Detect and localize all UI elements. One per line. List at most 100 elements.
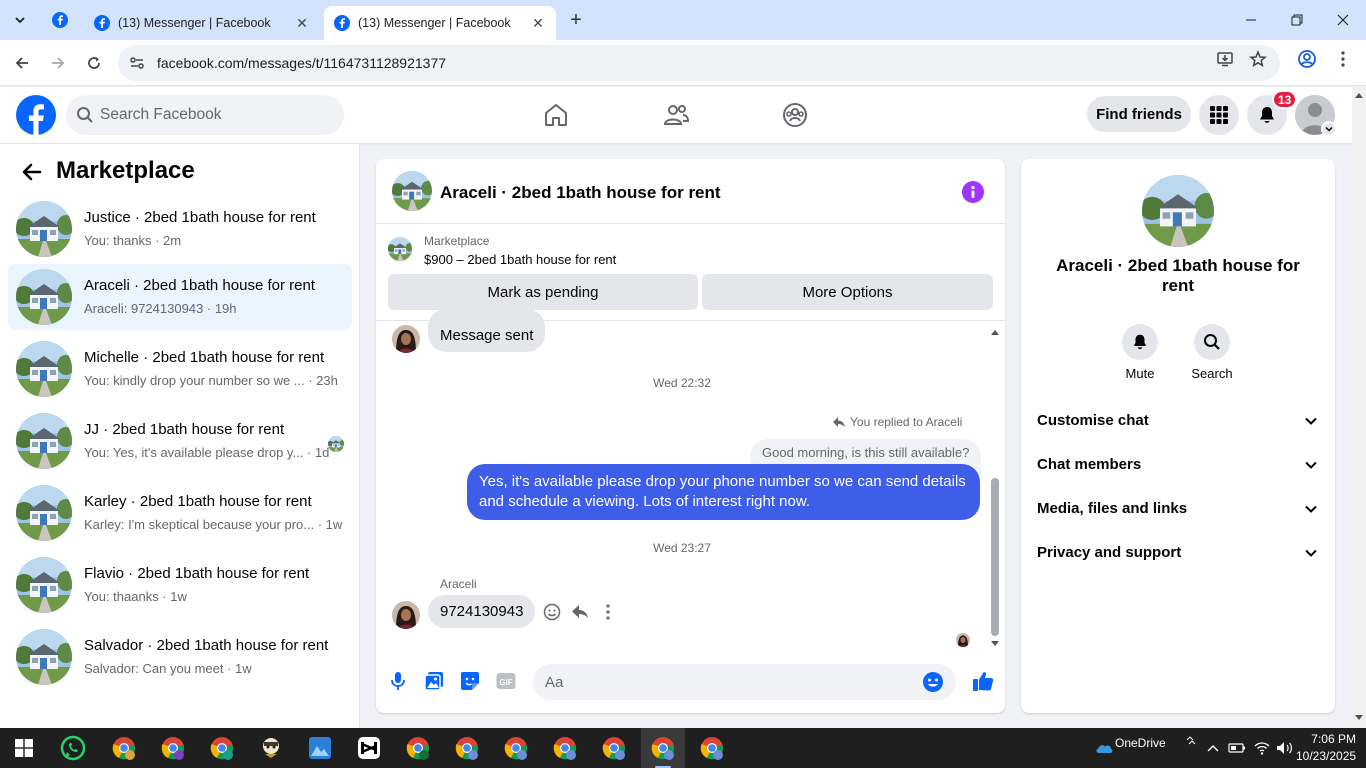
chrome-taskbar-app[interactable] [396,728,440,768]
chrome-taskbar-app[interactable] [543,728,587,768]
chrome-taskbar-app[interactable] [690,728,734,768]
outgoing-message[interactable]: Yes, it's available please drop your pho… [467,464,980,520]
capcut-taskbar-app[interactable] [347,728,391,768]
message-input-box[interactable] [533,664,956,700]
gif-button[interactable]: GIF [494,669,518,693]
browser-menu-button[interactable] [1333,49,1353,69]
search-circle[interactable] [1194,324,1230,360]
page-scrollbar[interactable] [1352,87,1366,728]
chrome-taskbar-app[interactable] [592,728,636,768]
contact-avatar[interactable] [392,601,420,629]
close-icon [1337,14,1349,26]
conversation-name: Karley · 2bed 1bath house for rent [84,493,312,510]
more-options-button[interactable]: More Options [702,274,993,310]
more-message-actions-button[interactable] [597,601,619,623]
conversation-item[interactable]: Karley · 2bed 1bath house for rent Karle… [8,480,352,546]
listing-title[interactable]: $900 – 2bed 1bath house for rent [424,252,616,267]
onedrive-label[interactable]: OneDrive [1115,736,1166,750]
volume-icon[interactable] [1276,740,1294,756]
close-tab-icon[interactable]: ✕ [530,15,546,31]
messages-scrollbar-thumb[interactable] [991,478,999,636]
install-app-button[interactable] [1215,49,1235,69]
account-menu-chevron[interactable] [1321,121,1337,137]
conversation-item[interactable]: Flavio · 2bed 1bath house for rent You: … [8,552,352,618]
close-window-button[interactable] [1328,6,1358,34]
onedrive-cloud-icon[interactable] [1095,742,1113,754]
start-button[interactable] [2,728,46,768]
incoming-message[interactable]: 9724130943 [428,595,536,628]
facebook-search[interactable] [66,95,344,135]
info-icon[interactable] [962,181,984,203]
chat-thumbnail[interactable] [392,171,432,211]
search-in-conversation-button[interactable]: Search [1182,324,1242,381]
search-input[interactable] [100,95,330,135]
sticker-button[interactable] [458,669,482,693]
app-taskbar-icon[interactable] [249,728,293,768]
mute-button[interactable]: Mute [1110,324,1170,381]
back-button[interactable] [10,51,34,75]
facebook-logo-icon[interactable] [16,95,56,135]
bookmark-button[interactable] [1248,49,1268,69]
site-settings-icon[interactable] [128,54,146,72]
chat-members-section[interactable]: Chat members [1029,445,1327,485]
whatsapp-taskbar-app[interactable] [51,728,95,768]
chrome-taskbar-app[interactable] [102,728,146,768]
reload-button[interactable] [82,51,106,75]
conversation-item[interactable]: Justice · 2bed 1bath house for rent You:… [8,196,352,262]
app-taskbar-icon[interactable] [298,728,342,768]
forward-button[interactable] [46,51,70,75]
like-button[interactable] [971,669,995,693]
chat-title[interactable]: Araceli · 2bed 1bath house for rent [440,183,721,203]
new-tab-button[interactable]: + [564,8,588,32]
url-text[interactable]: facebook.com/messages/t/1164731128921377 [157,55,446,71]
conversation-item[interactable]: Michelle · 2bed 1bath house for rent You… [8,336,352,402]
find-friends-button[interactable]: Find friends [1087,96,1191,132]
back-to-chats-button[interactable] [18,158,46,186]
address-bar[interactable]: facebook.com/messages/t/1164731128921377 [118,45,1280,81]
message-input[interactable] [545,664,915,700]
conversation-item-selected[interactable]: Araceli · 2bed 1bath house for rent Arac… [8,264,352,330]
restore-window-button[interactable] [1282,6,1312,34]
chrome-taskbar-app[interactable] [494,728,538,768]
customise-chat-section[interactable]: Customise chat [1029,401,1327,441]
conversation-item[interactable]: JJ · 2bed 1bath house for rent You: Yes,… [8,408,352,474]
conversation-item[interactable]: Salvador · 2bed 1bath house for rent Sal… [8,624,352,690]
reply-indicator: You replied to Araceli [832,415,962,429]
listing-thumbnail-large[interactable] [1142,175,1214,247]
chrome-taskbar-app[interactable] [200,728,244,768]
menu-button[interactable] [1199,95,1239,135]
attach-media-button[interactable] [422,669,446,693]
chrome-profile-icon [112,737,135,760]
friends-icon[interactable] [662,101,690,129]
emoji-icon[interactable] [922,671,944,693]
incoming-message[interactable]: Message sent [428,309,546,352]
taskbar-date[interactable]: 10/23/2025 [1296,749,1356,763]
mark-as-pending-button[interactable]: Mark as pending [388,274,698,310]
taskbar-time[interactable]: 7:06 PM [1306,732,1356,746]
profile-button[interactable] [1297,49,1317,69]
home-icon[interactable] [542,101,570,129]
minimize-window-button[interactable] [1236,6,1266,34]
groups-icon[interactable] [781,101,809,129]
close-tab-icon[interactable]: ✕ [294,15,310,31]
chrome-taskbar-app-active[interactable] [641,728,685,768]
pinned-facebook-tab[interactable] [44,6,76,34]
notification-chevrons-icon[interactable] [1186,736,1196,746]
wifi-icon[interactable] [1254,740,1270,756]
voice-clip-button[interactable] [386,669,410,693]
react-button[interactable] [541,601,563,623]
chrome-taskbar-app[interactable] [151,728,195,768]
battery-icon[interactable] [1228,741,1246,755]
media-files-links-section[interactable]: Media, files and links [1029,489,1327,529]
mute-circle[interactable] [1122,324,1158,360]
show-hidden-icons-icon[interactable] [1206,742,1220,754]
tab-messenger-active[interactable]: (13) Messenger | Facebook ✕ [324,6,556,40]
contact-avatar[interactable] [392,325,420,353]
chrome-taskbar-app[interactable] [445,728,489,768]
tab-search-button[interactable] [8,8,32,32]
tab-messenger-inactive[interactable]: (13) Messenger | Facebook ✕ [84,6,320,40]
photos-app-icon [309,737,331,759]
listing-thumbnail[interactable] [388,237,412,261]
privacy-support-section[interactable]: Privacy and support [1029,533,1327,573]
reply-button[interactable] [569,601,591,623]
